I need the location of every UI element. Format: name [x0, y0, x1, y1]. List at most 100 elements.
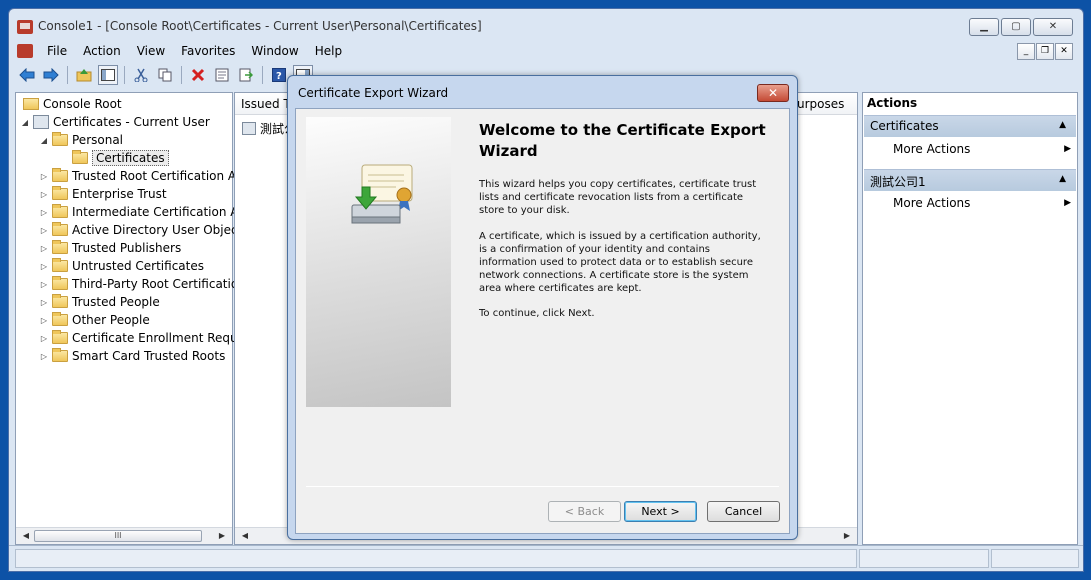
- status-cell: [991, 549, 1079, 568]
- expand-arrow-icon[interactable]: ▷: [39, 334, 49, 343]
- expand-arrow-icon[interactable]: ▷: [39, 190, 49, 199]
- expand-arrow-icon[interactable]: ▷: [39, 298, 49, 307]
- scroll-left-icon[interactable]: ◀: [237, 528, 253, 544]
- tree-item-label: Certificates - Current User: [53, 115, 210, 129]
- tree-item-store[interactable]: ▷ Trusted Publishers: [39, 239, 181, 257]
- tree-item-label: Enterprise Trust: [72, 187, 167, 201]
- delete-icon[interactable]: [188, 65, 208, 85]
- tree-horizontal-scrollbar[interactable]: ◀ III ▶: [16, 527, 232, 544]
- collapse-arrow-icon[interactable]: ◢: [20, 118, 30, 127]
- more-actions-item[interactable]: More Actions ▶: [893, 193, 1073, 213]
- mdi-close-button[interactable]: ✕: [1055, 43, 1073, 60]
- tree-item-console-root[interactable]: Console Root: [20, 95, 122, 113]
- expand-arrow-icon[interactable]: ▷: [39, 226, 49, 235]
- tree-item-store[interactable]: ▷ Third-Party Root Certificatio: [39, 275, 238, 293]
- more-actions-label: More Actions: [893, 196, 971, 210]
- tree-item-label: Other People: [72, 313, 150, 327]
- next-button[interactable]: Next >: [624, 501, 697, 522]
- certificate-export-wizard-dialog: Certificate Export Wizard ✕ Welcome to t…: [287, 75, 798, 540]
- minimize-button[interactable]: ▁: [969, 18, 999, 36]
- help-icon[interactable]: ?: [269, 65, 289, 85]
- expand-arrow-icon[interactable]: ▷: [39, 316, 49, 325]
- more-actions-item[interactable]: More Actions ▶: [893, 139, 1073, 159]
- maximize-icon: ▢: [1011, 21, 1021, 32]
- menu-action[interactable]: Action: [75, 43, 129, 59]
- toolbar-separator: [67, 66, 68, 84]
- dialog-close-button[interactable]: ✕: [757, 84, 789, 102]
- expand-arrow-icon[interactable]: ▷: [39, 262, 49, 271]
- tree-item-store[interactable]: ▷ Certificate Enrollment Reque: [39, 329, 245, 347]
- minimize-icon: ▁: [980, 21, 988, 32]
- certificate-export-icon: [351, 164, 413, 224]
- scroll-right-icon[interactable]: ▶: [214, 528, 230, 544]
- up-folder-icon[interactable]: [74, 65, 94, 85]
- tree-item-store[interactable]: ▷ Smart Card Trusted Roots: [39, 347, 225, 365]
- status-cell: [15, 549, 857, 568]
- wizard-paragraph-3: To continue, click Next.: [479, 308, 595, 319]
- title-bar[interactable]: Console1 - [Console Root\Certificates - …: [9, 9, 1083, 41]
- menu-view[interactable]: View: [129, 43, 173, 59]
- tree-item-label: Personal: [72, 133, 124, 147]
- back-button[interactable]: < Back: [548, 501, 621, 522]
- menu-file[interactable]: File: [39, 43, 75, 59]
- tree-item-label: Trusted Publishers: [72, 241, 182, 255]
- tree-item-label: Trusted People: [72, 295, 160, 309]
- tree-item-store[interactable]: ▷ Active Directory User Object: [39, 221, 242, 239]
- cancel-button[interactable]: Cancel: [707, 501, 780, 522]
- mdi-restore-button[interactable]: ❐: [1036, 43, 1054, 60]
- tree-item-store[interactable]: ▷ Untrusted Certificates: [39, 257, 204, 275]
- folder-icon: [52, 330, 68, 344]
- tree-item-label: Trusted Root Certification Au: [72, 169, 244, 183]
- tree-item-store[interactable]: ▷ Intermediate Certification Au: [39, 203, 246, 221]
- maximize-button[interactable]: ▢: [1001, 18, 1031, 36]
- menu-bar: File Action View Favorites Window Help _…: [9, 41, 1083, 61]
- tree-item-store[interactable]: ▷ Other People: [39, 311, 150, 329]
- dialog-divider: [306, 486, 779, 487]
- actions-section-certificates[interactable]: Certificates ▲: [864, 115, 1076, 137]
- actions-section-certificate[interactable]: 測試公司1 ▲: [864, 169, 1076, 191]
- folder-icon: [72, 150, 88, 164]
- tree-item-store[interactable]: ▷ Enterprise Trust: [39, 185, 167, 203]
- column-intended-purposes[interactable]: urposes: [797, 97, 844, 111]
- more-actions-label: More Actions: [893, 142, 971, 156]
- collapse-arrow-icon[interactable]: ◢: [39, 136, 49, 145]
- show-hide-console-tree-icon[interactable]: [98, 65, 118, 85]
- menu-window[interactable]: Window: [243, 43, 306, 59]
- tree-item-label: Untrusted Certificates: [72, 259, 204, 273]
- menu-favorites[interactable]: Favorites: [173, 43, 243, 59]
- status-bar: [9, 545, 1083, 571]
- tree-item-certificates-current-user[interactable]: ◢ Certificates - Current User: [20, 113, 210, 131]
- close-button[interactable]: ✕: [1033, 18, 1073, 36]
- expand-arrow-icon[interactable]: ▷: [39, 208, 49, 217]
- actions-title: Actions: [867, 96, 918, 110]
- scroll-left-icon[interactable]: ◀: [18, 528, 34, 544]
- tree-item-personal[interactable]: ◢ Personal: [39, 131, 123, 149]
- certificate-snapin-icon: [33, 115, 49, 129]
- folder-icon: [52, 348, 68, 362]
- back-arrow-icon[interactable]: [17, 65, 37, 85]
- mdi-document-icon[interactable]: [17, 44, 33, 58]
- tree-item-label: Third-Party Root Certificatio: [72, 277, 239, 291]
- forward-arrow-icon[interactable]: [41, 65, 61, 85]
- copy-icon[interactable]: [155, 65, 175, 85]
- tree-item-store[interactable]: ▷ Trusted People: [39, 293, 160, 311]
- expand-arrow-icon[interactable]: ▷: [39, 280, 49, 289]
- tree-item-label: Certificates: [92, 150, 169, 166]
- expand-arrow-icon[interactable]: ▷: [39, 172, 49, 181]
- tree-item-label: Console Root: [43, 97, 122, 111]
- export-list-icon[interactable]: [236, 65, 256, 85]
- scroll-right-icon[interactable]: ▶: [839, 528, 855, 544]
- expand-arrow-icon[interactable]: ▷: [39, 352, 49, 361]
- menu-help[interactable]: Help: [307, 43, 350, 59]
- tree-item-store[interactable]: ▷ Trusted Root Certification Au: [39, 167, 244, 185]
- expand-arrow-icon[interactable]: ▷: [39, 244, 49, 253]
- submenu-arrow-icon: ▶: [1064, 144, 1071, 154]
- tree-item-certificates[interactable]: Certificates: [69, 149, 169, 167]
- properties-icon[interactable]: [212, 65, 232, 85]
- wizard-heading: Welcome to the Certificate Export Wizard: [479, 121, 766, 160]
- collapse-up-icon[interactable]: ▲: [1059, 120, 1066, 130]
- scroll-thumb[interactable]: III: [34, 530, 202, 542]
- cut-icon[interactable]: [131, 65, 151, 85]
- mdi-minimize-button[interactable]: _: [1017, 43, 1035, 60]
- collapse-up-icon[interactable]: ▲: [1059, 174, 1066, 184]
